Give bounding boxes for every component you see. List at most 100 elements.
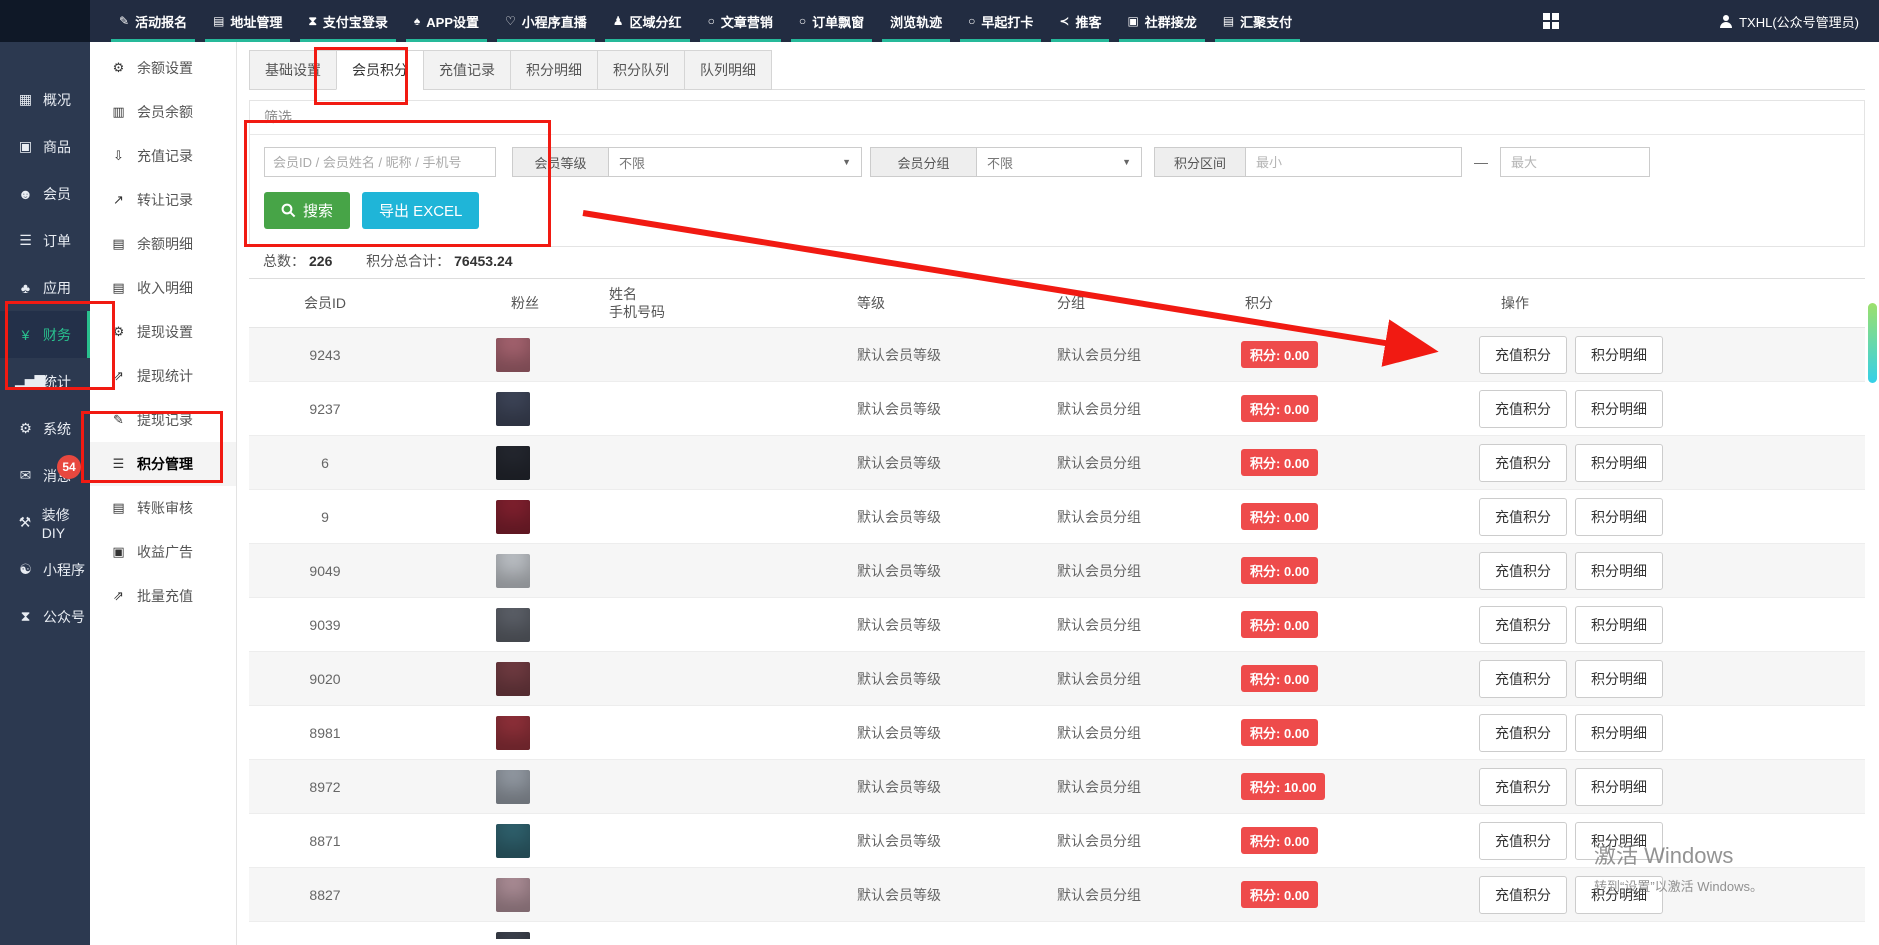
- submenu-item-批量充值[interactable]: ⇗批量充值: [90, 574, 236, 618]
- nav-item[interactable]: ▣社群接龙: [1114, 0, 1209, 42]
- nav-item[interactable]: ○订单飘窗: [786, 0, 877, 42]
- sidebar-item-商品[interactable]: ▣商品: [0, 123, 90, 170]
- recharge-points-button[interactable]: 充值积分: [1479, 390, 1567, 428]
- sidebar-item-概况[interactable]: ▦概况: [0, 76, 90, 123]
- member-level-select[interactable]: 不限 ▼: [609, 147, 862, 177]
- fans-cell: [401, 446, 601, 480]
- points-badge: 积分: 0.00: [1241, 719, 1318, 746]
- tab-队列明细[interactable]: 队列明细: [684, 50, 772, 90]
- circle-icon: ○: [708, 15, 715, 27]
- scrollbar-thumb[interactable]: [1868, 303, 1877, 383]
- submenu-item-label: 提现记录: [137, 410, 193, 430]
- submenu-item-余额设置[interactable]: ⚙余额设置: [90, 46, 236, 90]
- member-avatar: [496, 554, 530, 588]
- member-group-select[interactable]: 不限 ▼: [977, 147, 1142, 177]
- recharge-points-button[interactable]: 充值积分: [1479, 822, 1567, 860]
- points-detail-button[interactable]: 积分明细: [1575, 714, 1663, 752]
- user-menu[interactable]: TXHL(公众号管理员): [1719, 12, 1859, 31]
- points-detail-button[interactable]: 积分明细: [1575, 552, 1663, 590]
- sidebar-item-小程序[interactable]: ☯小程序: [0, 546, 90, 593]
- points-detail-button[interactable]: 积分明细: [1575, 498, 1663, 536]
- keyword-input[interactable]: [264, 147, 496, 177]
- sidebar-item-公众号[interactable]: ⧗公众号: [0, 593, 90, 640]
- member-avatar: [496, 338, 530, 372]
- submenu-item-收入明细[interactable]: ▤收入明细: [90, 266, 236, 310]
- tab-会员积分[interactable]: 会员积分: [336, 50, 424, 90]
- nav-item[interactable]: ▤地址管理: [200, 0, 295, 42]
- recharge-points-button[interactable]: 充值积分: [1479, 336, 1567, 374]
- points-detail-button[interactable]: 积分明细: [1575, 876, 1663, 914]
- recharge-points-button[interactable]: 充值积分: [1479, 714, 1567, 752]
- points-detail-button[interactable]: 积分明细: [1575, 660, 1663, 698]
- nav-item[interactable]: ▤汇聚支付: [1210, 0, 1305, 42]
- fans-cell: [401, 392, 601, 426]
- download-icon: ⇩: [110, 148, 127, 164]
- points-badge: 积分: 0.00: [1241, 881, 1318, 908]
- sidebar-item-消息[interactable]: ✉消息54: [0, 452, 90, 499]
- main-content: 基础设置会员积分充值记录积分明细积分队列队列明细 筛选 会员等级 不限 ▼ 会员…: [237, 42, 1879, 945]
- sidebar-item-装修DIY[interactable]: ⚒装修DIY: [0, 499, 90, 546]
- nav-item[interactable]: ✎活动报名: [106, 0, 200, 42]
- nav-item[interactable]: ○早起打卡: [955, 0, 1046, 42]
- sidebar-item-会员[interactable]: ☻会员: [0, 170, 90, 217]
- submenu-item-提现设置[interactable]: ⚙提现设置: [90, 310, 236, 354]
- sidebar-item-财务[interactable]: ¥财务: [0, 311, 90, 358]
- nav-item[interactable]: ♠APP设置: [401, 0, 492, 42]
- points-detail-button[interactable]: 积分明细: [1575, 822, 1663, 860]
- top-navbar: ✎活动报名▤地址管理⧗支付宝登录♠APP设置♡小程序直播♟区域分红○文章营销○订…: [0, 0, 1879, 42]
- nav-item[interactable]: ♡小程序直播: [492, 0, 600, 42]
- tab-基础设置[interactable]: 基础设置: [249, 50, 337, 90]
- nav-item[interactable]: ⧗支付宝登录: [295, 0, 400, 42]
- sidebar-item-订单[interactable]: ☰订单: [0, 217, 90, 264]
- nav-item[interactable]: 浏览轨迹: [877, 0, 955, 42]
- points-detail-button[interactable]: 积分明细: [1575, 768, 1663, 806]
- recharge-points-button[interactable]: 充值积分: [1479, 444, 1567, 482]
- points-detail-button[interactable]: 积分明细: [1575, 444, 1663, 482]
- recharge-points-button[interactable]: 充值积分: [1479, 768, 1567, 806]
- recharge-points-button[interactable]: 充值积分: [1479, 552, 1567, 590]
- recharge-points-button[interactable]: 充值积分: [1479, 606, 1567, 644]
- submenu-item-余额明细[interactable]: ▤余额明细: [90, 222, 236, 266]
- member-group: 默认会员分组: [1011, 453, 1201, 473]
- filter-panel-title: 筛选: [250, 101, 1864, 135]
- apps-grid-icon[interactable]: [1543, 13, 1559, 29]
- goods-icon: ▣: [15, 138, 35, 155]
- submenu-item-提现统计[interactable]: ⇗提现统计: [90, 354, 236, 398]
- recharge-points-button[interactable]: 充值积分: [1479, 876, 1567, 914]
- points-max-input[interactable]: [1500, 147, 1650, 177]
- sidebar-item-统计[interactable]: ▂▅▇统计: [0, 358, 90, 405]
- recharge-points-button[interactable]: 充值积分: [1479, 498, 1567, 536]
- points-detail-button[interactable]: 积分明细: [1575, 606, 1663, 644]
- total-label: 总数：: [263, 253, 305, 269]
- points-min-input[interactable]: [1246, 147, 1462, 177]
- search-button[interactable]: 搜索: [264, 192, 350, 229]
- nav-item[interactable]: ≺推客: [1046, 0, 1114, 42]
- submenu-item-转账审核[interactable]: ▤转账审核: [90, 486, 236, 530]
- member-id: 9243: [249, 347, 401, 363]
- points-detail-button[interactable]: 积分明细: [1575, 390, 1663, 428]
- submenu-item-充值记录[interactable]: ⇩充值记录: [90, 134, 236, 178]
- tab-充值记录[interactable]: 充值记录: [423, 50, 511, 90]
- nav-item[interactable]: ○文章营销: [695, 0, 786, 42]
- export-excel-button[interactable]: 导出 EXCEL: [362, 192, 479, 229]
- tab-积分明细[interactable]: 积分明细: [510, 50, 598, 90]
- member-id: 8871: [249, 833, 401, 849]
- nav-item-label: 推客: [1075, 12, 1101, 31]
- points-detail-button[interactable]: 积分明细: [1575, 336, 1663, 374]
- finance-submenu: ⚙余额设置▥会员余额⇩充值记录↗转让记录▤余额明细▤收入明细⚙提现设置⇗提现统计…: [90, 42, 237, 945]
- nav-item-label: 早起打卡: [981, 12, 1033, 31]
- nav-item[interactable]: ♟区域分红: [600, 0, 695, 42]
- sidebar-item-系统[interactable]: ⚙系统: [0, 405, 90, 452]
- submenu-item-转让记录[interactable]: ↗转让记录: [90, 178, 236, 222]
- member-group: 默认会员分组: [1011, 831, 1201, 851]
- card-icon: ▤: [1223, 15, 1234, 27]
- submenu-item-收益广告[interactable]: ▣收益广告: [90, 530, 236, 574]
- tab-积分队列[interactable]: 积分队列: [597, 50, 685, 90]
- sidebar-item-应用[interactable]: ♣应用: [0, 264, 90, 311]
- nav-item-label: 支付宝登录: [323, 12, 388, 31]
- recharge-points-button[interactable]: 充值积分: [1479, 660, 1567, 698]
- submenu-item-积分管理[interactable]: ☰积分管理: [90, 442, 236, 486]
- trend-icon: ⇗: [110, 588, 127, 604]
- submenu-item-会员余额[interactable]: ▥会员余额: [90, 90, 236, 134]
- submenu-item-提现记录[interactable]: ✎提现记录: [90, 398, 236, 442]
